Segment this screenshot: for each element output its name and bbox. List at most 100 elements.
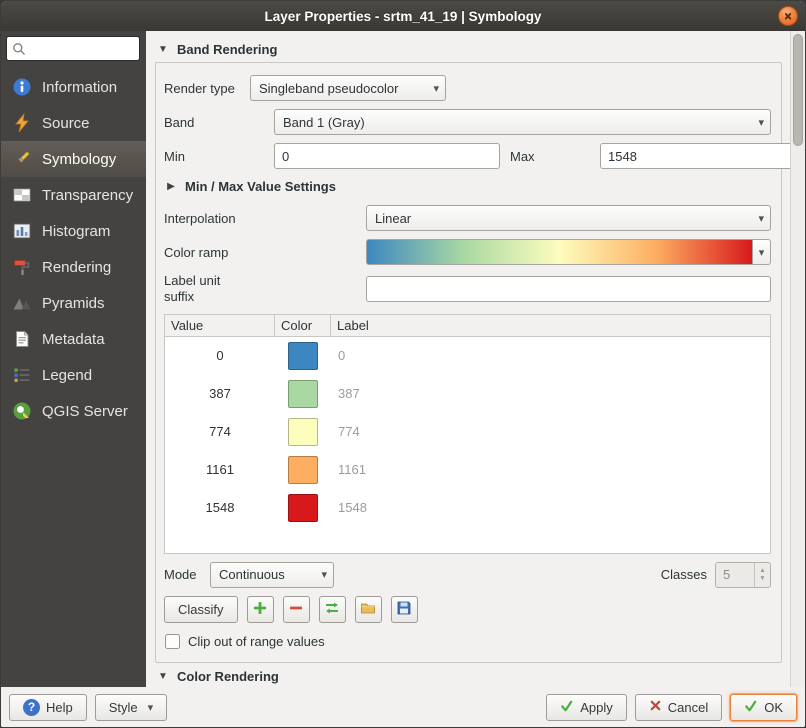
sidebar-item-label: Metadata	[42, 331, 105, 348]
color-ramp-dropdown-button[interactable]: ▾	[752, 239, 771, 265]
color-rendering-title: Color Rendering	[177, 669, 279, 684]
cell-color	[275, 418, 331, 446]
color-swatch[interactable]	[288, 494, 318, 522]
save-file-button[interactable]	[391, 596, 418, 623]
apply-button[interactable]: Apply	[546, 694, 627, 721]
cell-label[interactable]: 387	[331, 386, 770, 401]
sidebar-item-pyramids[interactable]: Pyramids	[1, 285, 146, 321]
sidebar-item-metadata[interactable]: Metadata	[1, 321, 146, 357]
minmax-settings-title: Min / Max Value Settings	[185, 179, 336, 194]
color-swatch[interactable]	[288, 418, 318, 446]
classes-label: Classes	[661, 567, 707, 582]
cell-label[interactable]: 774	[331, 424, 770, 439]
folder-icon	[360, 600, 376, 619]
cell-color	[275, 342, 331, 370]
histogram-icon	[11, 221, 33, 241]
band-rendering-header[interactable]: ▼ Band Rendering	[155, 37, 782, 61]
add-entry-button[interactable]	[247, 596, 274, 623]
max-input[interactable]	[600, 143, 790, 169]
cell-color	[275, 456, 331, 484]
qgis-server-icon	[11, 401, 33, 421]
chevron-down-icon: ▾	[758, 116, 764, 129]
table-row[interactable]: 387 387	[165, 375, 770, 413]
render-type-label: Render type	[164, 81, 250, 96]
cell-value[interactable]: 774	[165, 424, 275, 439]
scrollbar-thumb[interactable]	[793, 34, 803, 146]
table-row[interactable]: 774 774	[165, 413, 770, 451]
sidebar-item-source[interactable]: Source	[1, 105, 146, 141]
clip-range-row[interactable]: Clip out of range values	[165, 633, 771, 650]
chevron-down-icon: ▾	[433, 82, 439, 95]
cell-color	[275, 494, 331, 522]
min-input[interactable]	[274, 143, 500, 169]
sidebar-item-information[interactable]: Information	[1, 69, 146, 105]
clip-range-checkbox[interactable]	[165, 634, 180, 649]
color-ramp-preview[interactable]	[366, 239, 752, 265]
open-file-button[interactable]	[355, 596, 382, 623]
style-button[interactable]: Style ▾	[95, 694, 167, 721]
ok-button[interactable]: OK	[730, 694, 797, 721]
sidebar-item-rendering[interactable]: Rendering	[1, 249, 146, 285]
cell-label[interactable]: 1161	[331, 462, 770, 477]
table-header-row: Value Color Label	[165, 315, 770, 337]
cell-value[interactable]: 1548	[165, 500, 275, 515]
titlebar[interactable]: Layer Properties - srtm_41_19 | Symbolog…	[1, 1, 805, 31]
interpolation-label: Interpolation	[164, 211, 366, 226]
label-unit-suffix-input[interactable]	[366, 276, 771, 302]
collapse-down-icon: ▼	[157, 44, 169, 55]
column-header-label: Label	[331, 315, 770, 336]
chevron-down-icon: ▾	[148, 701, 154, 714]
color-swatch[interactable]	[288, 342, 318, 370]
color-ramp-combo[interactable]: ▾	[366, 239, 771, 265]
color-rendering-header[interactable]: ▼ Color Rendering	[155, 665, 782, 688]
sidebar-item-label: Source	[42, 115, 90, 132]
band-rendering-group: Render type Singleband pseudocolor ▾ Ban…	[155, 62, 782, 663]
vertical-scrollbar[interactable]	[790, 31, 805, 687]
sidebar-item-histogram[interactable]: Histogram	[1, 213, 146, 249]
spinner-arrows[interactable]: ▲ ▼	[754, 563, 770, 587]
sidebar-item-label: Transparency	[42, 187, 133, 204]
cell-value[interactable]: 1161	[165, 462, 275, 477]
sidebar-item-label: Histogram	[42, 223, 110, 240]
classes-spinner[interactable]: 5 ▲ ▼	[715, 562, 771, 588]
plus-icon	[252, 600, 268, 619]
chevron-down-icon: ▾	[758, 212, 764, 225]
remove-entry-button[interactable]	[283, 596, 310, 623]
spin-up-icon: ▲	[759, 567, 765, 574]
cancel-label: Cancel	[668, 700, 708, 715]
cell-value[interactable]: 0	[165, 348, 275, 363]
render-type-combo[interactable]: Singleband pseudocolor ▾	[250, 75, 446, 101]
sidebar-item-legend[interactable]: Legend	[1, 357, 146, 393]
cancel-button[interactable]: Cancel	[635, 694, 722, 721]
color-swatch[interactable]	[288, 456, 318, 484]
classify-button[interactable]: Classify	[164, 596, 238, 623]
close-button[interactable]: ×	[778, 6, 798, 26]
band-combo[interactable]: Band 1 (Gray) ▾	[274, 109, 771, 135]
load-color-map-button[interactable]	[319, 596, 346, 623]
color-map-table: Value Color Label 0 0 387	[164, 314, 771, 554]
classes-value: 5	[716, 567, 754, 582]
cell-label[interactable]: 1548	[331, 500, 770, 515]
sidebar-item-label: Pyramids	[42, 295, 105, 312]
table-row[interactable]: 1548 1548	[165, 489, 770, 527]
search-icon	[12, 42, 26, 59]
minmax-settings-header[interactable]: ▶ Min / Max Value Settings	[165, 177, 771, 195]
cell-label[interactable]: 0	[331, 348, 770, 363]
band-value: Band 1 (Gray)	[283, 115, 752, 130]
mode-combo[interactable]: Continuous ▾	[210, 562, 334, 588]
sidebar-item-symbology[interactable]: Symbology	[1, 141, 146, 177]
color-swatch[interactable]	[288, 380, 318, 408]
transparency-icon	[11, 185, 33, 205]
cell-value[interactable]: 387	[165, 386, 275, 401]
sidebar-item-transparency[interactable]: Transparency	[1, 177, 146, 213]
table-row[interactable]: 1161 1161	[165, 451, 770, 489]
interpolation-combo[interactable]: Linear ▾	[366, 205, 771, 231]
color-ramp-label: Color ramp	[164, 245, 366, 260]
sidebar-item-label: Symbology	[42, 151, 116, 168]
sidebar-item-qgis-server[interactable]: QGIS Server	[1, 393, 146, 429]
clip-range-label: Clip out of range values	[188, 634, 325, 649]
help-button[interactable]: ? Help	[9, 694, 87, 721]
search-input[interactable]	[6, 36, 140, 61]
table-row[interactable]: 0 0	[165, 337, 770, 375]
sidebar: Information Source Symbology Transparenc…	[1, 31, 146, 687]
